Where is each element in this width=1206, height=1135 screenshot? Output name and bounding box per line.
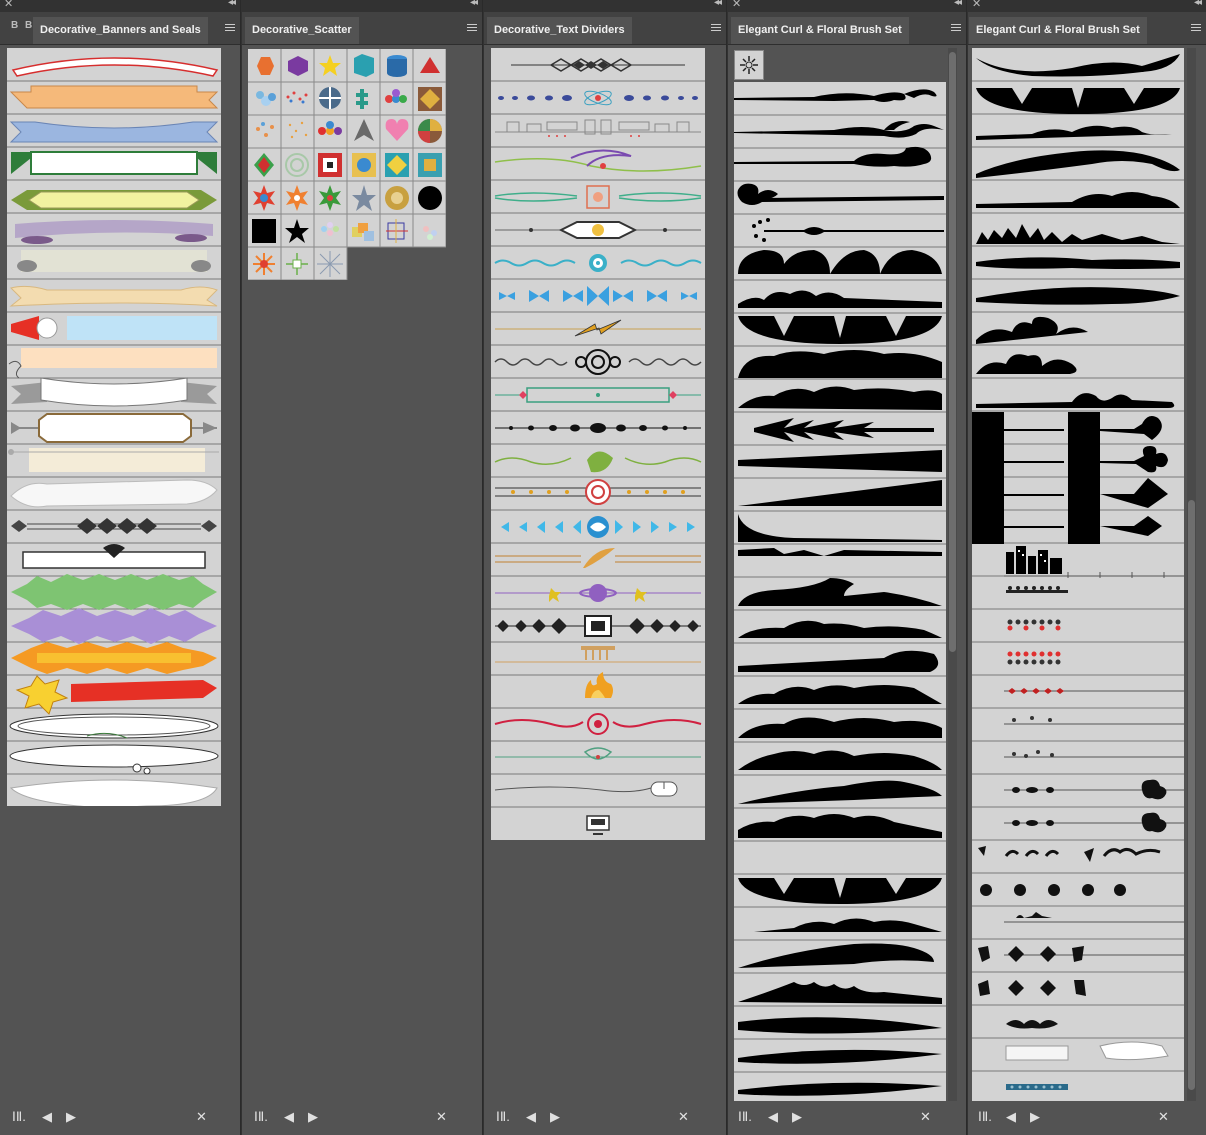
panel-topbar: ✕ ◂◂ — [0, 0, 240, 12]
tab-row: Decorative_Scatter — [242, 12, 482, 45]
close-icon[interactable]: ✕ — [4, 0, 13, 10]
panel-menu-icon[interactable] — [951, 24, 961, 33]
next-library-icon[interactable]: ▶ — [550, 1109, 560, 1125]
collapse-double-arrow-icon[interactable]: ◂◂ — [470, 0, 478, 8]
scatter-swatches[interactable] — [248, 49, 446, 280]
previous-library-icon[interactable]: ◀ — [1006, 1109, 1016, 1125]
panel-text-dividers: ◂◂ Decorative_Text Dividers ⅠⅡ. ◀ ▶ ✕ — [484, 0, 727, 1135]
brush-library-icon[interactable]: ⅠⅡ. — [12, 1109, 26, 1125]
panel-menu-icon[interactable] — [1191, 24, 1201, 33]
panel-topbar: ◂◂ — [484, 0, 726, 12]
next-library-icon[interactable]: ▶ — [308, 1109, 318, 1125]
brush-library-icon[interactable]: ⅠⅡ. — [978, 1109, 992, 1125]
tab-decorative-scatter[interactable]: Decorative_Scatter — [245, 17, 359, 44]
curl-brush-list-b — [972, 48, 1184, 1104]
collapse-double-arrow-icon[interactable]: ◂◂ — [714, 0, 722, 8]
vertical-scrollbar[interactable] — [948, 48, 957, 1104]
vertical-scrollbar[interactable] — [1187, 48, 1196, 1104]
scrollbar-thumb[interactable] — [949, 52, 956, 652]
selected-brush-cell[interactable] — [734, 50, 764, 80]
curl-swatches-a[interactable] — [734, 82, 946, 1104]
panel-elegant-curl-a: ✕ ◂◂ Elegant Curl & Floral Brush Set ⅠⅡ.… — [728, 0, 967, 1135]
brush-list — [7, 48, 221, 806]
tab-text-dividers[interactable]: Decorative_Text Dividers — [487, 17, 632, 44]
tab-row: Decorative_Text Dividers — [484, 12, 726, 45]
banner-swatches[interactable] — [7, 48, 221, 806]
next-library-icon[interactable]: ▶ — [1030, 1109, 1040, 1125]
panel-decorative-scatter: ◂◂ Decorative_Scatter ⅠⅡ. ◀ ▶ ✕ — [242, 0, 483, 1135]
panel-menu-icon[interactable] — [225, 24, 235, 33]
remove-brush-stroke-icon[interactable]: ✕ — [436, 1109, 447, 1125]
tab-row: Elegant Curl & Floral Brush Set — [968, 12, 1206, 45]
curl-swatches-b[interactable] — [972, 48, 1184, 1104]
divider-list — [491, 48, 705, 840]
collapsed-tab-b2[interactable]: B — [25, 20, 32, 31]
tab-row: Elegant Curl & Floral Brush Set — [728, 12, 966, 45]
panel-footer: ⅠⅡ. ◀ ▶ ✕ — [242, 1101, 482, 1135]
panel-topbar: ✕ ◂◂ — [728, 0, 966, 12]
brush-library-icon[interactable]: ⅠⅡ. — [496, 1109, 510, 1125]
previous-library-icon[interactable]: ◀ — [284, 1109, 294, 1125]
previous-library-icon[interactable]: ◀ — [526, 1109, 536, 1125]
previous-library-icon[interactable]: ◀ — [768, 1109, 778, 1125]
panel-topbar: ✕ ◂◂ — [968, 0, 1206, 12]
close-icon[interactable]: ✕ — [972, 0, 981, 10]
close-icon[interactable]: ✕ — [732, 0, 741, 10]
tab-elegant-curl-b[interactable]: Elegant Curl & Floral Brush Set — [969, 17, 1147, 44]
panel-topbar: ◂◂ — [242, 0, 482, 12]
starburst-brush-icon — [740, 56, 758, 74]
remove-brush-stroke-icon[interactable]: ✕ — [1158, 1109, 1169, 1125]
panel-footer: ⅠⅡ. ◀ ▶ ✕ — [728, 1101, 966, 1135]
panel-banners-and-seals: ✕ ◂◂ B B Decorative_Banners and Seals ⅠⅡ… — [0, 0, 241, 1135]
remove-brush-stroke-icon[interactable]: ✕ — [196, 1109, 207, 1125]
collapse-double-arrow-icon[interactable]: ◂◂ — [1194, 0, 1202, 8]
remove-brush-stroke-icon[interactable]: ✕ — [678, 1109, 689, 1125]
panel-elegant-curl-b: ✕ ◂◂ Elegant Curl & Floral Brush Set ⅠⅡ.… — [968, 0, 1206, 1135]
panel-footer: ⅠⅡ. ◀ ▶ ✕ — [968, 1101, 1206, 1135]
scrollbar-thumb[interactable] — [1188, 500, 1195, 1090]
panel-menu-icon[interactable] — [711, 24, 721, 33]
brush-library-icon[interactable]: ⅠⅡ. — [738, 1109, 752, 1125]
panel-footer: ⅠⅡ. ◀ ▶ ✕ — [0, 1101, 240, 1135]
collapsed-tab-b1[interactable]: B — [11, 20, 18, 31]
panel-menu-icon[interactable] — [467, 24, 477, 33]
curl-brush-list-a — [734, 82, 946, 1104]
tab-banners-and-seals[interactable]: Decorative_Banners and Seals — [33, 17, 208, 44]
collapse-double-arrow-icon[interactable]: ◂◂ — [954, 0, 962, 8]
brush-library-icon[interactable]: ⅠⅡ. — [254, 1109, 268, 1125]
next-library-icon[interactable]: ▶ — [66, 1109, 76, 1125]
collapse-double-arrow-icon[interactable]: ◂◂ — [228, 0, 236, 8]
panel-footer: ⅠⅡ. ◀ ▶ ✕ — [484, 1101, 726, 1135]
scatter-grid — [248, 49, 446, 280]
divider-swatches[interactable] — [491, 48, 705, 840]
previous-library-icon[interactable]: ◀ — [42, 1109, 52, 1125]
next-library-icon[interactable]: ▶ — [792, 1109, 802, 1125]
tab-row: B B Decorative_Banners and Seals — [0, 12, 240, 45]
tab-elegant-curl-a[interactable]: Elegant Curl & Floral Brush Set — [731, 17, 909, 44]
remove-brush-stroke-icon[interactable]: ✕ — [920, 1109, 931, 1125]
